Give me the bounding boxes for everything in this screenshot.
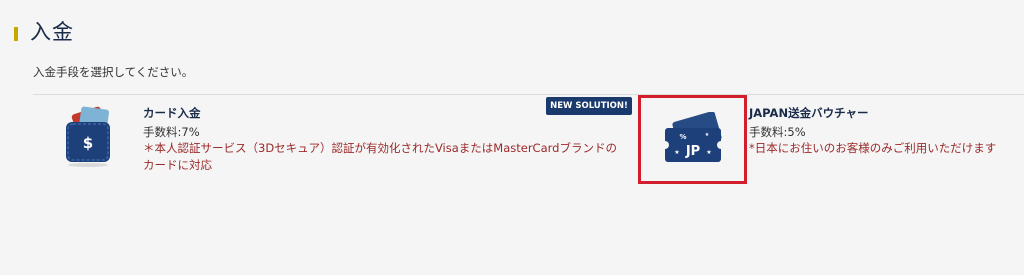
new-solution-badge: NEW SOLUTION! (546, 97, 632, 115)
divider (33, 94, 1024, 95)
option-fee: 手数料:7% (143, 125, 200, 139)
option-title[interactable]: JAPAN送金バウチャー (749, 105, 1019, 121)
page-heading: 入金 (14, 14, 74, 48)
svg-text:★: ★ (704, 132, 709, 138)
heading-accent-bar (14, 27, 18, 41)
instruction-text: 入金手段を選択してください。 (33, 65, 194, 79)
dollar-symbol: $ (83, 134, 93, 152)
svg-text:★: ★ (706, 149, 711, 156)
option-fee: 手数料:5% (749, 125, 806, 139)
voucher-option-highlight[interactable]: % JP ★ ★ ★ (638, 95, 747, 184)
wallet-icon[interactable]: $ (62, 104, 114, 168)
svg-text:★: ★ (674, 149, 679, 156)
card-deposit-option[interactable]: カード入金 手数料:7% ＊本人認証サービス（3Dセキュア）認証が有効化されたV… (143, 105, 623, 174)
deposit-page: 入金 入金手段を選択してください。 $ カード入金 手数料:7% ＊本人認証サー… (0, 0, 1024, 275)
voucher-deposit-option[interactable]: JAPAN送金バウチャー 手数料:5% *日本にお住いのお客様のみご利用いただけ… (749, 105, 1019, 157)
page-title: 入金 (30, 20, 74, 44)
jp-symbol: JP (684, 144, 699, 159)
voucher-ticket-icon: % JP ★ ★ ★ (660, 111, 725, 162)
svg-text:%: % (679, 133, 686, 141)
option-note: ＊本人認証サービス（3Dセキュア）認証が有効化されたVisaまたはMasterC… (143, 141, 617, 172)
option-note: *日本にお住いのお客様のみご利用いただけます (749, 141, 997, 155)
